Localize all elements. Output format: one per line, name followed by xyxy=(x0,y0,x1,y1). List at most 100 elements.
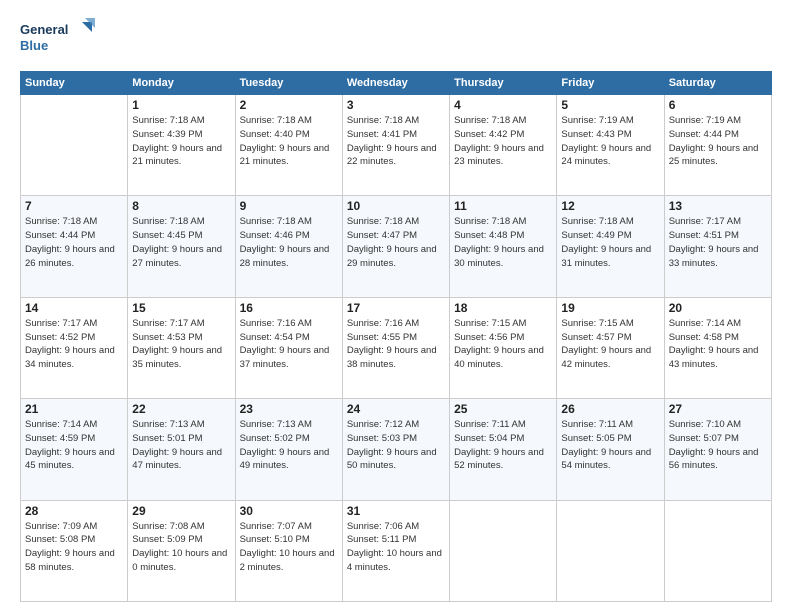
day-number: 6 xyxy=(669,98,767,112)
day-number: 21 xyxy=(25,402,123,416)
day-info: Sunrise: 7:19 AM Sunset: 4:43 PM Dayligh… xyxy=(561,114,659,169)
day-number: 27 xyxy=(669,402,767,416)
generalblue-logo: General Blue xyxy=(20,16,100,61)
day-number: 10 xyxy=(347,199,445,213)
weekday-header: Saturday xyxy=(664,72,771,95)
day-info: Sunrise: 7:18 AM Sunset: 4:41 PM Dayligh… xyxy=(347,114,445,169)
day-info: Sunrise: 7:14 AM Sunset: 4:58 PM Dayligh… xyxy=(669,317,767,372)
calendar-cell xyxy=(557,500,664,601)
day-number: 24 xyxy=(347,402,445,416)
day-info: Sunrise: 7:11 AM Sunset: 5:05 PM Dayligh… xyxy=(561,418,659,473)
day-number: 17 xyxy=(347,301,445,315)
day-info: Sunrise: 7:18 AM Sunset: 4:48 PM Dayligh… xyxy=(454,215,552,270)
day-number: 29 xyxy=(132,504,230,518)
day-info: Sunrise: 7:13 AM Sunset: 5:02 PM Dayligh… xyxy=(240,418,338,473)
calendar-cell: 21 Sunrise: 7:14 AM Sunset: 4:59 PM Dayli… xyxy=(21,399,128,500)
day-number: 8 xyxy=(132,199,230,213)
day-info: Sunrise: 7:08 AM Sunset: 5:09 PM Dayligh… xyxy=(132,520,230,575)
calendar-cell: 31 Sunrise: 7:06 AM Sunset: 5:11 PM Dayli… xyxy=(342,500,449,601)
day-number: 30 xyxy=(240,504,338,518)
day-info: Sunrise: 7:12 AM Sunset: 5:03 PM Dayligh… xyxy=(347,418,445,473)
day-info: Sunrise: 7:18 AM Sunset: 4:49 PM Dayligh… xyxy=(561,215,659,270)
day-info: Sunrise: 7:16 AM Sunset: 4:55 PM Dayligh… xyxy=(347,317,445,372)
day-info: Sunrise: 7:15 AM Sunset: 4:57 PM Dayligh… xyxy=(561,317,659,372)
day-info: Sunrise: 7:17 AM Sunset: 4:51 PM Dayligh… xyxy=(669,215,767,270)
calendar-cell: 26 Sunrise: 7:11 AM Sunset: 5:05 PM Dayli… xyxy=(557,399,664,500)
weekday-header: Tuesday xyxy=(235,72,342,95)
calendar-cell xyxy=(21,95,128,196)
svg-text:General: General xyxy=(20,22,68,37)
calendar-table: SundayMondayTuesdayWednesdayThursdayFrid… xyxy=(20,71,772,602)
day-info: Sunrise: 7:18 AM Sunset: 4:40 PM Dayligh… xyxy=(240,114,338,169)
calendar-cell: 10 Sunrise: 7:18 AM Sunset: 4:47 PM Dayli… xyxy=(342,196,449,297)
day-number: 23 xyxy=(240,402,338,416)
calendar-cell: 30Sunrise: 7:07 AM Sunset: 5:10 PM Dayli… xyxy=(235,500,342,601)
calendar-row: 7 Sunrise: 7:18 AM Sunset: 4:44 PM Daylig… xyxy=(21,196,772,297)
weekday-header: Monday xyxy=(128,72,235,95)
calendar-cell: 14Sunrise: 7:17 AM Sunset: 4:52 PM Dayli… xyxy=(21,297,128,398)
calendar-cell: 16Sunrise: 7:16 AM Sunset: 4:54 PM Dayli… xyxy=(235,297,342,398)
header-row: SundayMondayTuesdayWednesdayThursdayFrid… xyxy=(21,72,772,95)
calendar-cell: 22Sunrise: 7:13 AM Sunset: 5:01 PM Dayli… xyxy=(128,399,235,500)
day-number: 2 xyxy=(240,98,338,112)
day-number: 18 xyxy=(454,301,552,315)
day-number: 16 xyxy=(240,301,338,315)
calendar-cell xyxy=(664,500,771,601)
day-number: 5 xyxy=(561,98,659,112)
day-number: 14 xyxy=(25,301,123,315)
calendar-cell xyxy=(450,500,557,601)
day-info: Sunrise: 7:15 AM Sunset: 4:56 PM Dayligh… xyxy=(454,317,552,372)
calendar-row: 21 Sunrise: 7:14 AM Sunset: 4:59 PM Dayli… xyxy=(21,399,772,500)
calendar-cell: 25Sunrise: 7:11 AM Sunset: 5:04 PM Dayli… xyxy=(450,399,557,500)
calendar-cell: 5 Sunrise: 7:19 AM Sunset: 4:43 PM Daylig… xyxy=(557,95,664,196)
calendar-cell: 29 Sunrise: 7:08 AM Sunset: 5:09 PM Dayli… xyxy=(128,500,235,601)
calendar-cell: 23 Sunrise: 7:13 AM Sunset: 5:02 PM Dayli… xyxy=(235,399,342,500)
day-number: 26 xyxy=(561,402,659,416)
calendar-row: 14Sunrise: 7:17 AM Sunset: 4:52 PM Dayli… xyxy=(21,297,772,398)
day-info: Sunrise: 7:11 AM Sunset: 5:04 PM Dayligh… xyxy=(454,418,552,473)
day-info: Sunrise: 7:14 AM Sunset: 4:59 PM Dayligh… xyxy=(25,418,123,473)
day-number: 12 xyxy=(561,199,659,213)
calendar-cell: 2 Sunrise: 7:18 AM Sunset: 4:40 PM Daylig… xyxy=(235,95,342,196)
day-number: 9 xyxy=(240,199,338,213)
day-info: Sunrise: 7:18 AM Sunset: 4:45 PM Dayligh… xyxy=(132,215,230,270)
day-info: Sunrise: 7:19 AM Sunset: 4:44 PM Dayligh… xyxy=(669,114,767,169)
day-info: Sunrise: 7:06 AM Sunset: 5:11 PM Dayligh… xyxy=(347,520,445,575)
day-info: Sunrise: 7:09 AM Sunset: 5:08 PM Dayligh… xyxy=(25,520,123,575)
calendar-cell: 24 Sunrise: 7:12 AM Sunset: 5:03 PM Dayli… xyxy=(342,399,449,500)
day-info: Sunrise: 7:18 AM Sunset: 4:46 PM Dayligh… xyxy=(240,215,338,270)
calendar-cell: 17 Sunrise: 7:16 AM Sunset: 4:55 PM Dayli… xyxy=(342,297,449,398)
day-number: 7 xyxy=(25,199,123,213)
weekday-header: Sunday xyxy=(21,72,128,95)
weekday-header: Thursday xyxy=(450,72,557,95)
calendar-cell: 19 Sunrise: 7:15 AM Sunset: 4:57 PM Dayli… xyxy=(557,297,664,398)
calendar-cell: 27Sunrise: 7:10 AM Sunset: 5:07 PM Dayli… xyxy=(664,399,771,500)
day-number: 13 xyxy=(669,199,767,213)
day-number: 4 xyxy=(454,98,552,112)
calendar-cell: 3 Sunrise: 7:18 AM Sunset: 4:41 PM Daylig… xyxy=(342,95,449,196)
calendar-cell: 12 Sunrise: 7:18 AM Sunset: 4:49 PM Dayli… xyxy=(557,196,664,297)
logo: General Blue xyxy=(20,16,100,61)
calendar-cell: 7 Sunrise: 7:18 AM Sunset: 4:44 PM Daylig… xyxy=(21,196,128,297)
calendar-cell: 13 Sunrise: 7:17 AM Sunset: 4:51 PM Dayli… xyxy=(664,196,771,297)
day-info: Sunrise: 7:18 AM Sunset: 4:42 PM Dayligh… xyxy=(454,114,552,169)
day-number: 28 xyxy=(25,504,123,518)
calendar-cell: 9 Sunrise: 7:18 AM Sunset: 4:46 PM Daylig… xyxy=(235,196,342,297)
day-number: 31 xyxy=(347,504,445,518)
day-number: 3 xyxy=(347,98,445,112)
calendar-cell: 28 Sunrise: 7:09 AM Sunset: 5:08 PM Dayli… xyxy=(21,500,128,601)
day-info: Sunrise: 7:18 AM Sunset: 4:44 PM Dayligh… xyxy=(25,215,123,270)
calendar-row: 28 Sunrise: 7:09 AM Sunset: 5:08 PM Dayli… xyxy=(21,500,772,601)
header: General Blue xyxy=(20,16,772,61)
day-info: Sunrise: 7:18 AM Sunset: 4:39 PM Dayligh… xyxy=(132,114,230,169)
day-number: 19 xyxy=(561,301,659,315)
calendar-cell: 6 Sunrise: 7:19 AM Sunset: 4:44 PM Daylig… xyxy=(664,95,771,196)
weekday-header: Friday xyxy=(557,72,664,95)
calendar-cell: 8 Sunrise: 7:18 AM Sunset: 4:45 PM Daylig… xyxy=(128,196,235,297)
calendar-cell: 11Sunrise: 7:18 AM Sunset: 4:48 PM Dayli… xyxy=(450,196,557,297)
calendar-cell: 4 Sunrise: 7:18 AM Sunset: 4:42 PM Daylig… xyxy=(450,95,557,196)
day-info: Sunrise: 7:13 AM Sunset: 5:01 PM Dayligh… xyxy=(132,418,230,473)
day-number: 1 xyxy=(132,98,230,112)
day-info: Sunrise: 7:18 AM Sunset: 4:47 PM Dayligh… xyxy=(347,215,445,270)
calendar-cell: 18 Sunrise: 7:15 AM Sunset: 4:56 PM Dayli… xyxy=(450,297,557,398)
